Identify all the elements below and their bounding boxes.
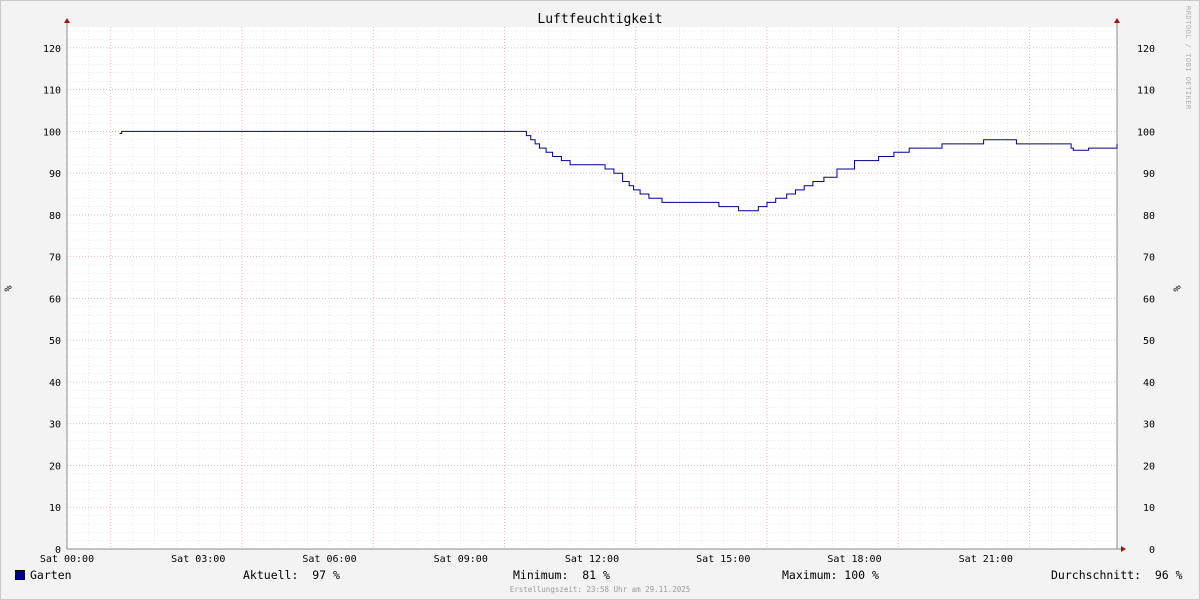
y-tick-label-right: 70 bbox=[1143, 253, 1155, 264]
y-tick-label-left: 120 bbox=[43, 44, 61, 55]
x-tick-label: Sat 00:00 bbox=[40, 554, 94, 565]
legend-series-name: Garten bbox=[30, 568, 72, 582]
y-tick-label-left: 100 bbox=[43, 127, 61, 138]
x-tick-label: Sat 03:00 bbox=[171, 554, 225, 565]
y-tick-label-left: 70 bbox=[49, 253, 61, 264]
y-tick-label-right: 50 bbox=[1143, 336, 1155, 347]
y-tick-label-right: 120 bbox=[1137, 44, 1155, 55]
y-tick-label-left: 50 bbox=[49, 336, 61, 347]
x-tick-label: Sat 12:00 bbox=[565, 554, 619, 565]
y-axis-arrow-left bbox=[64, 18, 70, 23]
y-axis-arrow-right bbox=[1114, 18, 1120, 23]
x-tick-label: Sat 15:00 bbox=[696, 554, 750, 565]
x-tick-label: Sat 09:00 bbox=[434, 554, 488, 565]
chart-title: Luftfeuchtigkeit bbox=[537, 12, 662, 27]
y-tick-label-right: 90 bbox=[1143, 169, 1155, 180]
legend-durchschnitt: Durchschnitt: 96 % bbox=[1051, 568, 1183, 582]
x-axis-arrow bbox=[1121, 546, 1126, 552]
y-axis-unit-right: % bbox=[1170, 285, 1182, 292]
y-tick-label-right: 80 bbox=[1143, 211, 1155, 222]
chart-canvas: 0 010 1020 2030 3040 4050 5060 6070 7080 8090 9010… bbox=[40, 12, 1155, 565]
y-tick-label-left: 20 bbox=[49, 461, 61, 472]
y-tick-label-right: 60 bbox=[1143, 294, 1155, 305]
creation-timestamp: Erstellungszeit: 23:58 Uhr am 29.11.2025 bbox=[509, 585, 691, 594]
legend-swatch-garten bbox=[15, 570, 25, 580]
rrdtool-watermark: RRDTOOL / TOBI OETIKER bbox=[1184, 6, 1192, 110]
legend-minimum: Minimum: 81 % bbox=[513, 568, 610, 582]
y-tick-label-right: 30 bbox=[1143, 420, 1155, 431]
y-tick-label-left: 40 bbox=[49, 378, 61, 389]
y-tick-label-left: 90 bbox=[49, 169, 61, 180]
y-tick-label-right: 100 bbox=[1137, 127, 1155, 138]
x-tick-label: Sat 06:00 bbox=[302, 554, 356, 565]
legend-maximum: Maximum: 100 % bbox=[782, 568, 879, 582]
x-tick-label: Sat 21:00 bbox=[959, 554, 1013, 565]
y-tick-label-left: 60 bbox=[49, 294, 61, 305]
y-tick-label-right: 110 bbox=[1137, 86, 1155, 97]
y-tick-label-right: 10 bbox=[1143, 503, 1155, 514]
legend-aktuell: Aktuell: 97 % bbox=[243, 568, 340, 582]
y-tick-label-right: 40 bbox=[1143, 378, 1155, 389]
y-axis-unit-left: % bbox=[1, 285, 13, 292]
y-tick-label-left: 80 bbox=[49, 211, 61, 222]
y-tick-label-left: 30 bbox=[49, 420, 61, 431]
y-tick-label-right: 0 bbox=[1149, 545, 1155, 556]
y-tick-label-right: 20 bbox=[1143, 461, 1155, 472]
x-tick-label: Sat 18:00 bbox=[827, 554, 881, 565]
y-tick-label-left: 110 bbox=[43, 86, 61, 97]
y-tick-label-left: 10 bbox=[49, 503, 61, 514]
